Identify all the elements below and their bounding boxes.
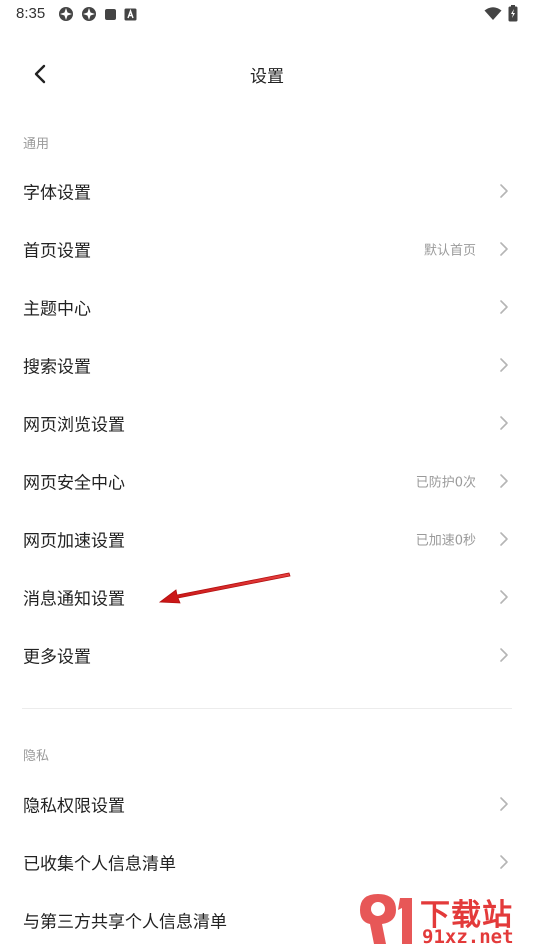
settings-item-homepage[interactable]: 首页设置 默认首页	[0, 220, 534, 278]
section-label-general: 通用	[23, 137, 50, 152]
watermark-logo-icon	[360, 894, 412, 944]
chevron-right-icon	[500, 242, 508, 256]
chevron-right-icon	[500, 184, 508, 198]
settings-item-security-center[interactable]: 网页安全中心 已防护0次	[0, 452, 534, 510]
page-title: 设置	[250, 67, 284, 87]
settings-item-label: 字体设置	[23, 183, 91, 204]
settings-item-privacy-permissions[interactable]: 隐私权限设置	[0, 775, 534, 833]
a-notification-icon	[124, 8, 137, 20]
settings-item-acceleration[interactable]: 网页加速设置 已加速0秒	[0, 510, 534, 568]
settings-item-collected-info[interactable]: 已收集个人信息清单	[0, 833, 534, 891]
settings-item-theme[interactable]: 主题中心	[0, 278, 534, 336]
settings-item-label: 网页加速设置	[23, 531, 125, 552]
wifi-icon	[484, 6, 502, 20]
status-time: 8:35	[16, 5, 46, 22]
settings-item-font[interactable]: 字体设置	[0, 162, 534, 220]
app-notification-icon	[59, 7, 73, 21]
settings-item-more[interactable]: 更多设置	[0, 626, 534, 684]
settings-item-browsing[interactable]: 网页浏览设置	[0, 394, 534, 452]
notification-icons	[58, 6, 137, 22]
settings-item-label: 主题中心	[23, 299, 91, 320]
settings-item-value: 已加速0秒	[415, 533, 476, 549]
watermark: 下载站 91xz.net	[356, 888, 528, 948]
settings-item-label: 搜索设置	[23, 357, 91, 378]
square-notification-icon	[105, 8, 116, 20]
system-icons	[484, 5, 518, 22]
settings-item-label: 首页设置	[23, 241, 91, 262]
settings-item-value: 已防护0次	[415, 475, 476, 491]
settings-item-notifications[interactable]: 消息通知设置	[0, 568, 534, 626]
settings-item-label: 已收集个人信息清单	[23, 854, 176, 875]
chevron-right-icon	[500, 416, 508, 430]
section-divider	[22, 708, 512, 709]
settings-item-label: 与第三方共享个人信息清单	[23, 912, 227, 933]
header: 设置	[0, 44, 534, 104]
settings-item-label: 网页浏览设置	[23, 415, 125, 436]
chevron-right-icon	[500, 474, 508, 488]
watermark-text-bottom: 91xz.net	[422, 926, 514, 948]
settings-item-value: 默认首页	[423, 243, 476, 259]
chevron-right-icon	[500, 532, 508, 546]
section-label-privacy: 隐私	[23, 749, 50, 764]
settings-item-label: 网页安全中心	[23, 473, 125, 494]
chevron-right-icon	[500, 358, 508, 372]
settings-item-label: 隐私权限设置	[23, 796, 125, 817]
settings-item-label: 更多设置	[23, 647, 91, 668]
chevron-right-icon	[500, 300, 508, 314]
battery-charging-icon	[508, 5, 518, 22]
chevron-right-icon	[500, 797, 508, 811]
settings-item-search[interactable]: 搜索设置	[0, 336, 534, 394]
chevron-right-icon	[500, 855, 508, 869]
chevron-right-icon	[500, 648, 508, 662]
status-bar: 8:35	[0, 0, 534, 28]
settings-item-label: 消息通知设置	[23, 589, 125, 610]
app-notification-icon	[82, 7, 96, 21]
chevron-right-icon	[500, 590, 508, 604]
